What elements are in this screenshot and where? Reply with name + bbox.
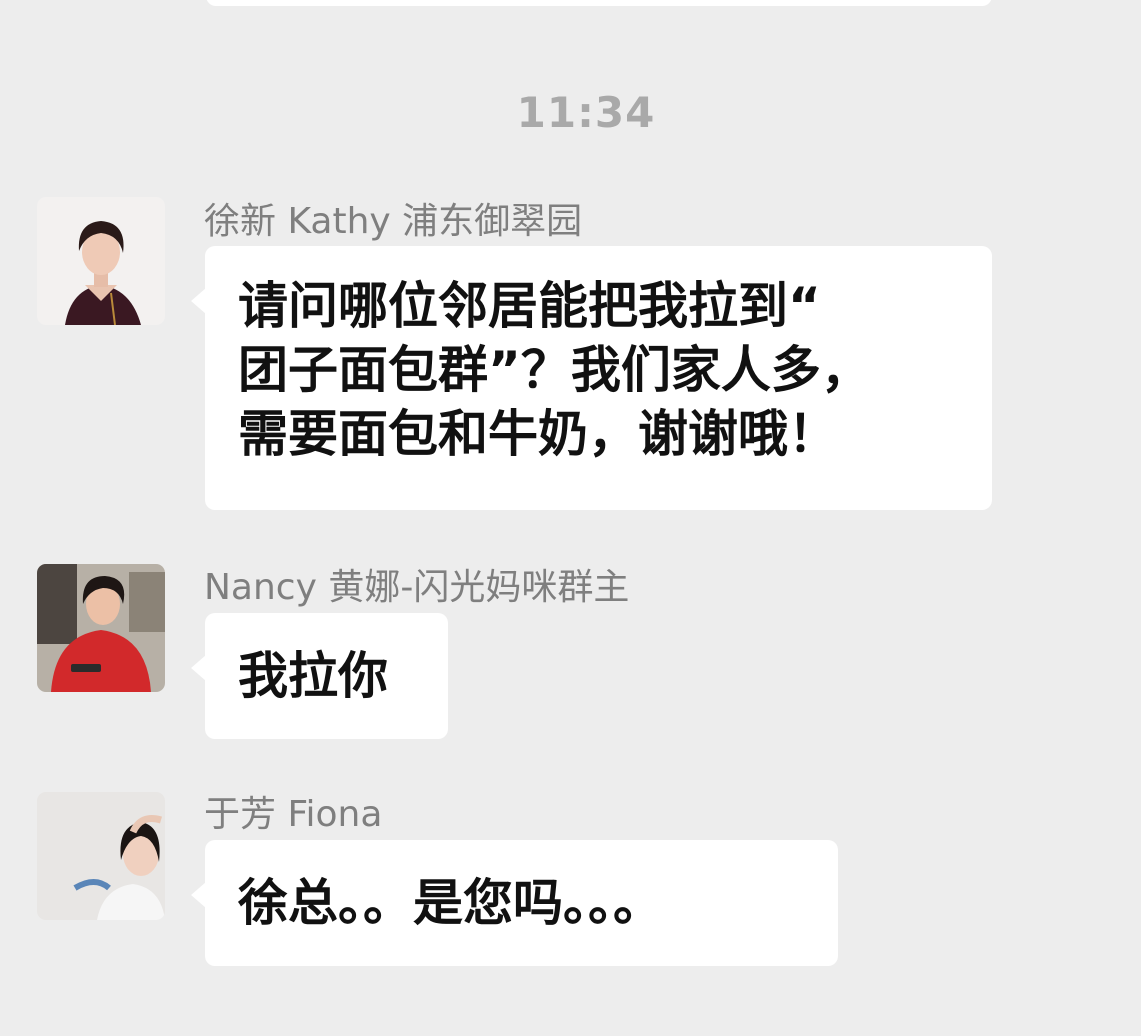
sender-name: 于芳 Fiona <box>204 794 383 835</box>
message-text-line: 需要面包和牛奶，谢谢哦！ <box>238 405 838 463</box>
avatar-nancy[interactable] <box>37 564 165 692</box>
message-text-line: 请问哪位邻居能把我拉到“ <box>238 277 821 335</box>
sender-name: Nancy 黄娜-闪光妈咪群主 <box>204 567 630 608</box>
message-bubble[interactable]: 我拉你 <box>191 613 448 739</box>
chat-timestamp: 11:34 <box>516 88 656 137</box>
smiling-woman-avatar-icon <box>37 792 165 920</box>
message-text-line: 徐总。。是您吗。。。 <box>238 874 663 932</box>
message-bubble[interactable]: 徐总。。是您吗。。。 <box>191 840 838 966</box>
woman-portrait-avatar-icon <box>37 197 165 325</box>
sender-name: 徐新 Kathy 浦东御翠园 <box>204 201 583 242</box>
avatar-kathy[interactable] <box>37 197 165 325</box>
woman-red-dress-avatar-icon <box>37 564 165 692</box>
avatar-fiona[interactable] <box>37 792 165 920</box>
message-text-line: 我拉你 <box>238 647 388 705</box>
message-bubble[interactable]: 请问哪位邻居能把我拉到“ 团子面包群”？我们家人多， 需要面包和牛奶，谢谢哦！ <box>191 246 992 510</box>
previous-message-bubble-edge <box>206 0 992 6</box>
message-text-line: 团子面包群”？我们家人多， <box>238 341 871 399</box>
